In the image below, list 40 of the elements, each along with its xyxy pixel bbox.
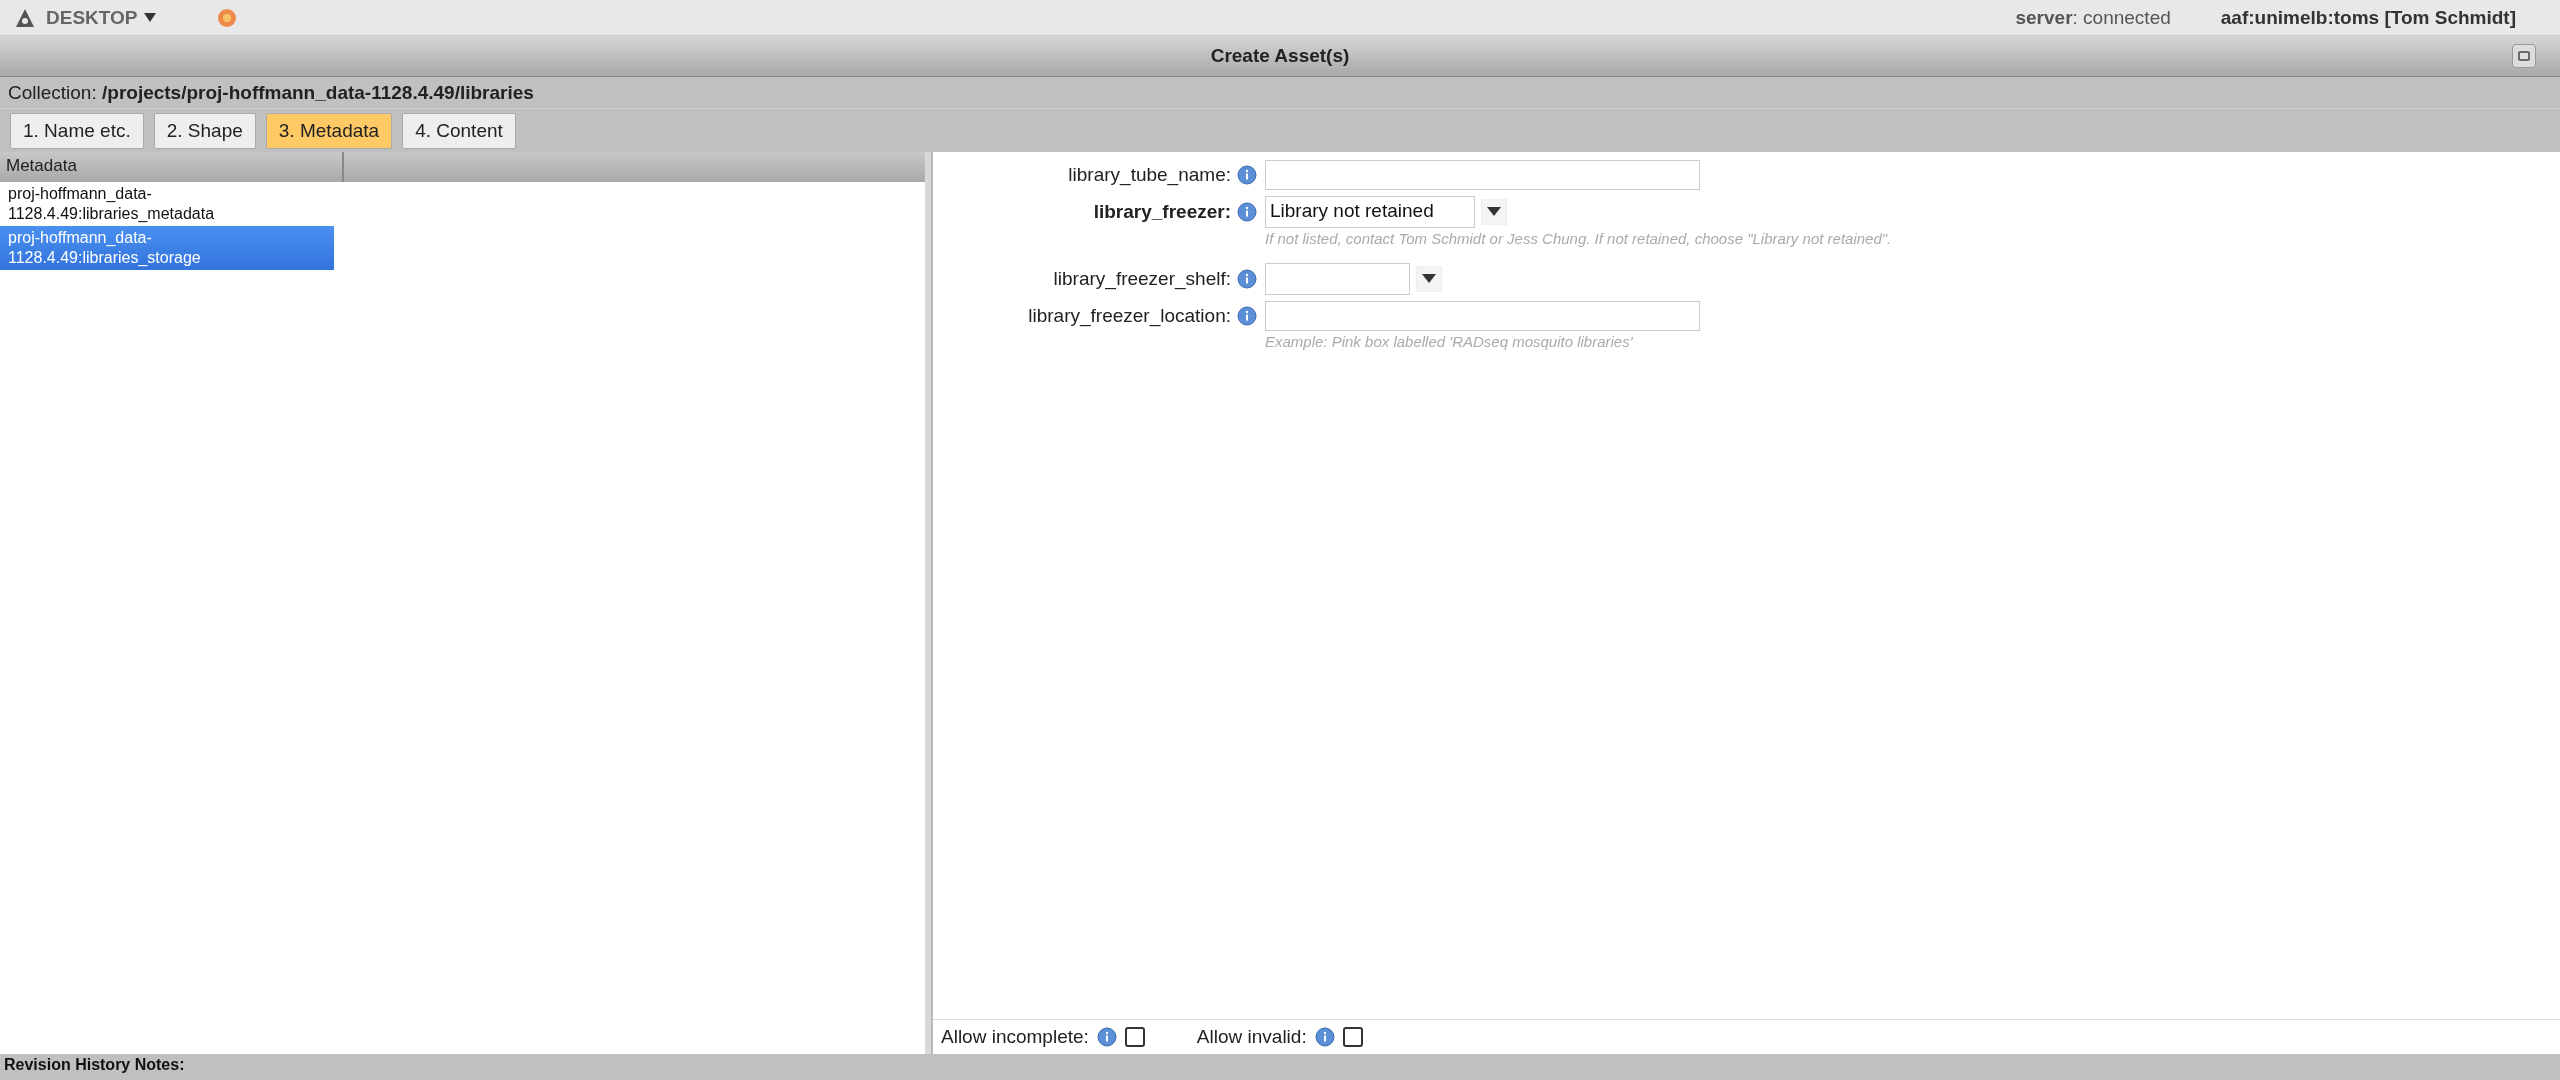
select-field[interactable]: Library not retained [1265, 196, 1475, 228]
user-name: aaf:unimelb:toms [Tom Schmidt] [2220, 6, 2516, 29]
metadata-item[interactable]: proj-hoffmann_data- 1128.4.49:libraries_storage [0, 226, 334, 270]
step-tab[interactable]: 2. Shape [153, 112, 256, 149]
desktop-menu[interactable]: DESKTOP [46, 6, 156, 29]
info-icon[interactable] [1237, 269, 1257, 289]
info-icon[interactable] [1237, 165, 1257, 185]
caret-icon [1487, 207, 1501, 217]
info-icon[interactable] [1314, 1027, 1335, 1047]
checkbox[interactable] [1342, 1027, 1363, 1047]
step-tab[interactable]: 1. Name etc. [10, 112, 144, 149]
select-field[interactable] [1265, 263, 1410, 295]
text-field[interactable] [1265, 301, 1700, 331]
field-hint: If not listed, contact Tom Schmidt or Jess Chung. If not retained, choose "Library not retained". [1265, 230, 1893, 247]
info-icon[interactable] [1237, 202, 1257, 222]
dropdown-button[interactable] [1416, 266, 1442, 292]
option-label: Allow incomplete: [941, 1026, 1089, 1048]
step-tab[interactable]: 3. Metadata [265, 112, 393, 149]
caret-icon [1422, 274, 1436, 284]
maximize-icon [2518, 51, 2530, 61]
field-label: library_freezer_shelf: [1052, 268, 1231, 290]
server-status: server: connected [2015, 6, 2171, 29]
field-hint: Example: Pink box labelled 'RADseq mosquito libraries' [1265, 333, 1634, 350]
text-field[interactable] [1265, 160, 1700, 190]
checkbox[interactable] [1124, 1027, 1145, 1047]
info-icon[interactable] [1096, 1027, 1117, 1047]
field-label: library_freezer_location: [1027, 305, 1231, 327]
maximize-button[interactable] [2512, 44, 2536, 68]
option-label: Allow invalid: [1196, 1026, 1307, 1048]
revision-notes-label: Revision History Notes: [4, 1056, 185, 1073]
caret-icon [143, 12, 156, 23]
field-label: library_freezer: [1092, 201, 1231, 223]
step-tab[interactable]: 4. Content [402, 112, 516, 149]
metadata-item[interactable]: proj-hoffmann_data- 1128.4.49:libraries_metadata [0, 182, 334, 226]
dropdown-button[interactable] [1481, 199, 1507, 225]
window-title: Create Asset(s) [1210, 45, 1350, 67]
info-icon[interactable] [1237, 306, 1257, 326]
field-label: library_tube_name: [1067, 164, 1231, 186]
column-header: Metadata [0, 152, 344, 182]
collection-path: Collection: /projects/proj-hoffmann_data-1128.4.49/libraries [8, 81, 534, 104]
